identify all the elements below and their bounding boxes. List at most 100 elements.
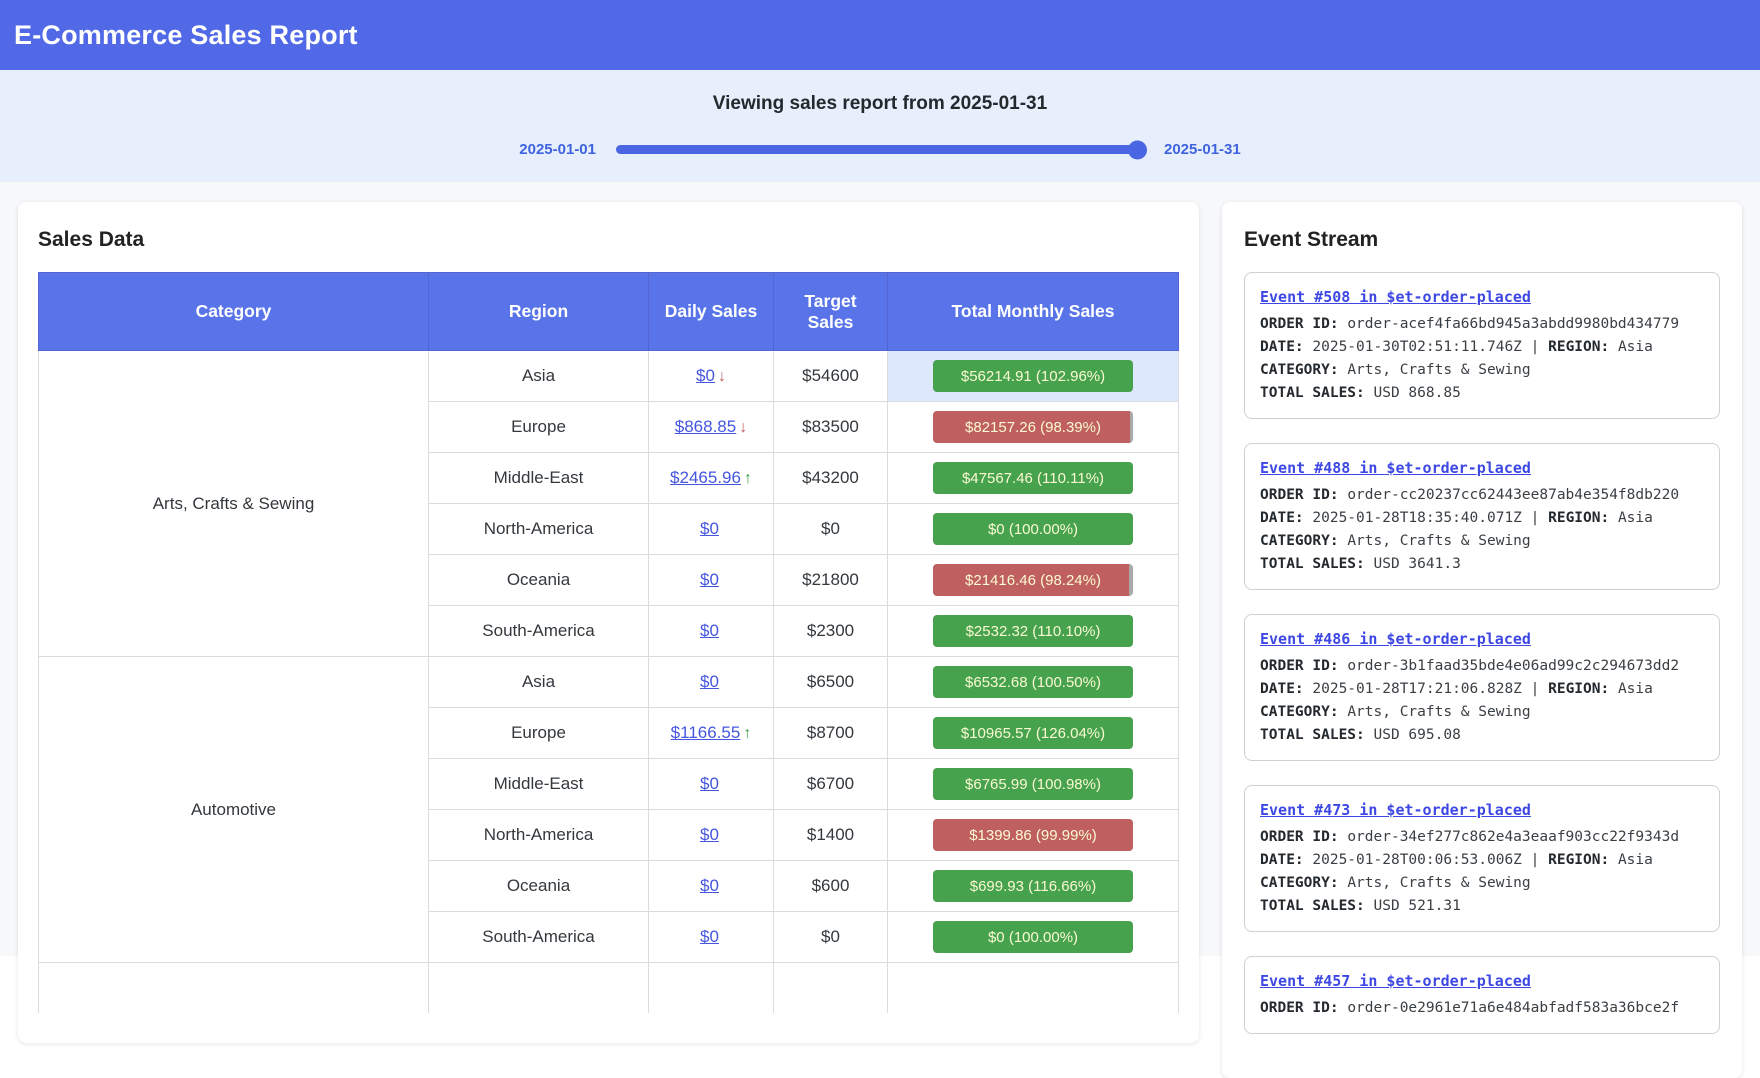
daily-sales-link[interactable]: $0 (700, 876, 719, 895)
total-sales-badge: $699.93 (116.66%) (933, 870, 1133, 902)
total-sales-cell: $0 (100.00%) (888, 504, 1179, 555)
daily-sales-cell: $0 (649, 810, 774, 861)
total-sales-cell: $1399.86 (99.99%) (888, 810, 1179, 861)
region-cell: North-America (429, 504, 649, 555)
daily-sales-link[interactable]: $0 (700, 927, 719, 946)
event-stream-card: Event Stream Event #508 in $et-order-pla… (1222, 202, 1742, 1078)
region-cell: Europe (429, 402, 649, 453)
sales-progress-bar: $2532.32 (110.10%) (933, 615, 1133, 647)
event-link[interactable]: Event #457 in $et-order-placed (1260, 970, 1531, 993)
region-cell: South-America (429, 912, 649, 963)
date-slider-panel: Viewing sales report from 2025-01-31 202… (0, 70, 1760, 182)
column-header-target-sales: Target Sales (774, 273, 888, 351)
daily-sales-cell: $0 (649, 861, 774, 912)
daily-sales-link[interactable]: $0 (696, 366, 715, 385)
target-sales-cell: $8700 (774, 708, 888, 759)
total-sales-badge: $47567.46 (110.11%) (933, 462, 1133, 494)
daily-sales-cell: $0↓ (649, 351, 774, 402)
event-order-line: ORDER ID: order-acef4fa66bd945a3abdd9980… (1260, 313, 1704, 336)
slider-thumb[interactable] (1128, 140, 1147, 159)
target-sales-cell: $2300 (774, 606, 888, 657)
target-sales-cell: $6700 (774, 759, 888, 810)
sales-progress-bar: $10965.57 (126.04%) (933, 717, 1133, 749)
event-date-line: DATE: 2025-01-28T00:06:53.006Z | REGION:… (1260, 849, 1704, 872)
event-card: Event #486 in $et-order-placed ORDER ID:… (1244, 614, 1720, 761)
target-sales-cell: $21800 (774, 555, 888, 606)
column-header-daily-sales: Daily Sales (649, 273, 774, 351)
total-sales-badge: $21416.46 (98.24%) (933, 564, 1133, 596)
table-row: Automotive Asia $0 $6500 $6532.68 (100.5… (39, 657, 1179, 708)
sales-data-card: Sales Data Category Region Daily Sales T… (18, 202, 1199, 1043)
target-sales-cell: $6500 (774, 657, 888, 708)
region-cell: Oceania (429, 861, 649, 912)
event-category-line: CATEGORY: Arts, Crafts & Sewing (1260, 359, 1704, 382)
event-category-line: CATEGORY: Arts, Crafts & Sewing (1260, 530, 1704, 553)
daily-sales-link[interactable]: $0 (700, 519, 719, 538)
event-link[interactable]: Event #486 in $et-order-placed (1260, 628, 1531, 651)
total-sales-badge: $82157.26 (98.39%) (933, 411, 1133, 443)
total-sales-badge: $0 (100.00%) (933, 513, 1133, 545)
daily-sales-link[interactable]: $0 (700, 774, 719, 793)
daily-sales-link[interactable]: $868.85 (675, 417, 736, 436)
total-sales-badge: $0 (100.00%) (933, 921, 1133, 953)
target-sales-cell: $600 (774, 861, 888, 912)
region-cell: South-America (429, 606, 649, 657)
total-sales-cell: $21416.46 (98.24%) (888, 555, 1179, 606)
daily-sales-cell: $0 (649, 555, 774, 606)
total-sales-cell: $2532.32 (110.10%) (888, 606, 1179, 657)
category-cell: Automotive (39, 657, 429, 963)
sales-progress-bar: $47567.46 (110.11%) (933, 462, 1133, 494)
event-link[interactable]: Event #488 in $et-order-placed (1260, 457, 1531, 480)
daily-sales-link[interactable]: $0 (700, 621, 719, 640)
total-sales-cell: $699.93 (116.66%) (888, 861, 1179, 912)
target-sales-cell: $83500 (774, 402, 888, 453)
daily-sales-link[interactable]: $2465.96 (670, 468, 741, 487)
target-sales-cell: $43200 (774, 453, 888, 504)
region-cell: Asia (429, 657, 649, 708)
sales-progress-bar: $82157.26 (98.39%) (933, 411, 1133, 443)
column-header-total-monthly-sales: Total Monthly Sales (888, 273, 1179, 351)
daily-sales-cell: $0 (649, 759, 774, 810)
daily-sales-link[interactable]: $1166.55 (671, 723, 741, 742)
app-header: E-Commerce Sales Report (0, 0, 1760, 70)
slider-start-label: 2025-01-01 (519, 141, 596, 158)
table-row-partial (39, 963, 1179, 1013)
region-cell: Middle-East (429, 759, 649, 810)
trend-arrow-icon: ↑ (744, 470, 752, 487)
event-card: Event #473 in $et-order-placed ORDER ID:… (1244, 785, 1720, 932)
column-header-category: Category (39, 273, 429, 351)
page-title: E-Commerce Sales Report (14, 20, 358, 51)
sales-progress-bar: $0 (100.00%) (933, 921, 1133, 953)
daily-sales-link[interactable]: $0 (700, 570, 719, 589)
daily-sales-cell: $0 (649, 912, 774, 963)
trend-arrow-icon: ↓ (739, 419, 747, 436)
daily-sales-link[interactable]: $0 (700, 825, 719, 844)
region-cell: Europe (429, 708, 649, 759)
event-date-line: DATE: 2025-01-28T18:35:40.071Z | REGION:… (1260, 507, 1704, 530)
event-link[interactable]: Event #473 in $et-order-placed (1260, 799, 1531, 822)
total-sales-cell: $56214.91 (102.96%) (888, 351, 1179, 402)
total-sales-badge: $10965.57 (126.04%) (933, 717, 1133, 749)
event-card: Event #488 in $et-order-placed ORDER ID:… (1244, 443, 1720, 590)
main-content: Sales Data Category Region Daily Sales T… (0, 182, 1760, 1078)
event-date-line: DATE: 2025-01-30T02:51:11.746Z | REGION:… (1260, 336, 1704, 359)
target-sales-cell: $0 (774, 912, 888, 963)
event-card: Event #508 in $et-order-placed ORDER ID:… (1244, 272, 1720, 419)
sales-progress-bar: $56214.91 (102.96%) (933, 360, 1133, 392)
date-range-slider[interactable] (616, 145, 1144, 154)
sales-table: Category Region Daily Sales Target Sales… (38, 272, 1179, 1013)
event-link[interactable]: Event #508 in $et-order-placed (1260, 286, 1531, 309)
event-total-line: TOTAL SALES: USD 695.08 (1260, 724, 1704, 747)
daily-sales-link[interactable]: $0 (700, 672, 719, 691)
total-sales-cell: $47567.46 (110.11%) (888, 453, 1179, 504)
total-sales-badge: $2532.32 (110.10%) (933, 615, 1133, 647)
total-sales-cell: $6765.99 (100.98%) (888, 759, 1179, 810)
region-cell: Oceania (429, 555, 649, 606)
event-total-line: TOTAL SALES: USD 3641.3 (1260, 553, 1704, 576)
daily-sales-cell: $2465.96↑ (649, 453, 774, 504)
total-sales-cell: $10965.57 (126.04%) (888, 708, 1179, 759)
slider-end-label: 2025-01-31 (1164, 141, 1241, 158)
event-order-line: ORDER ID: order-34ef277c862e4a3eaaf903cc… (1260, 826, 1704, 849)
daily-sales-cell: $1166.55↑ (649, 708, 774, 759)
trend-arrow-icon: ↓ (718, 368, 726, 385)
